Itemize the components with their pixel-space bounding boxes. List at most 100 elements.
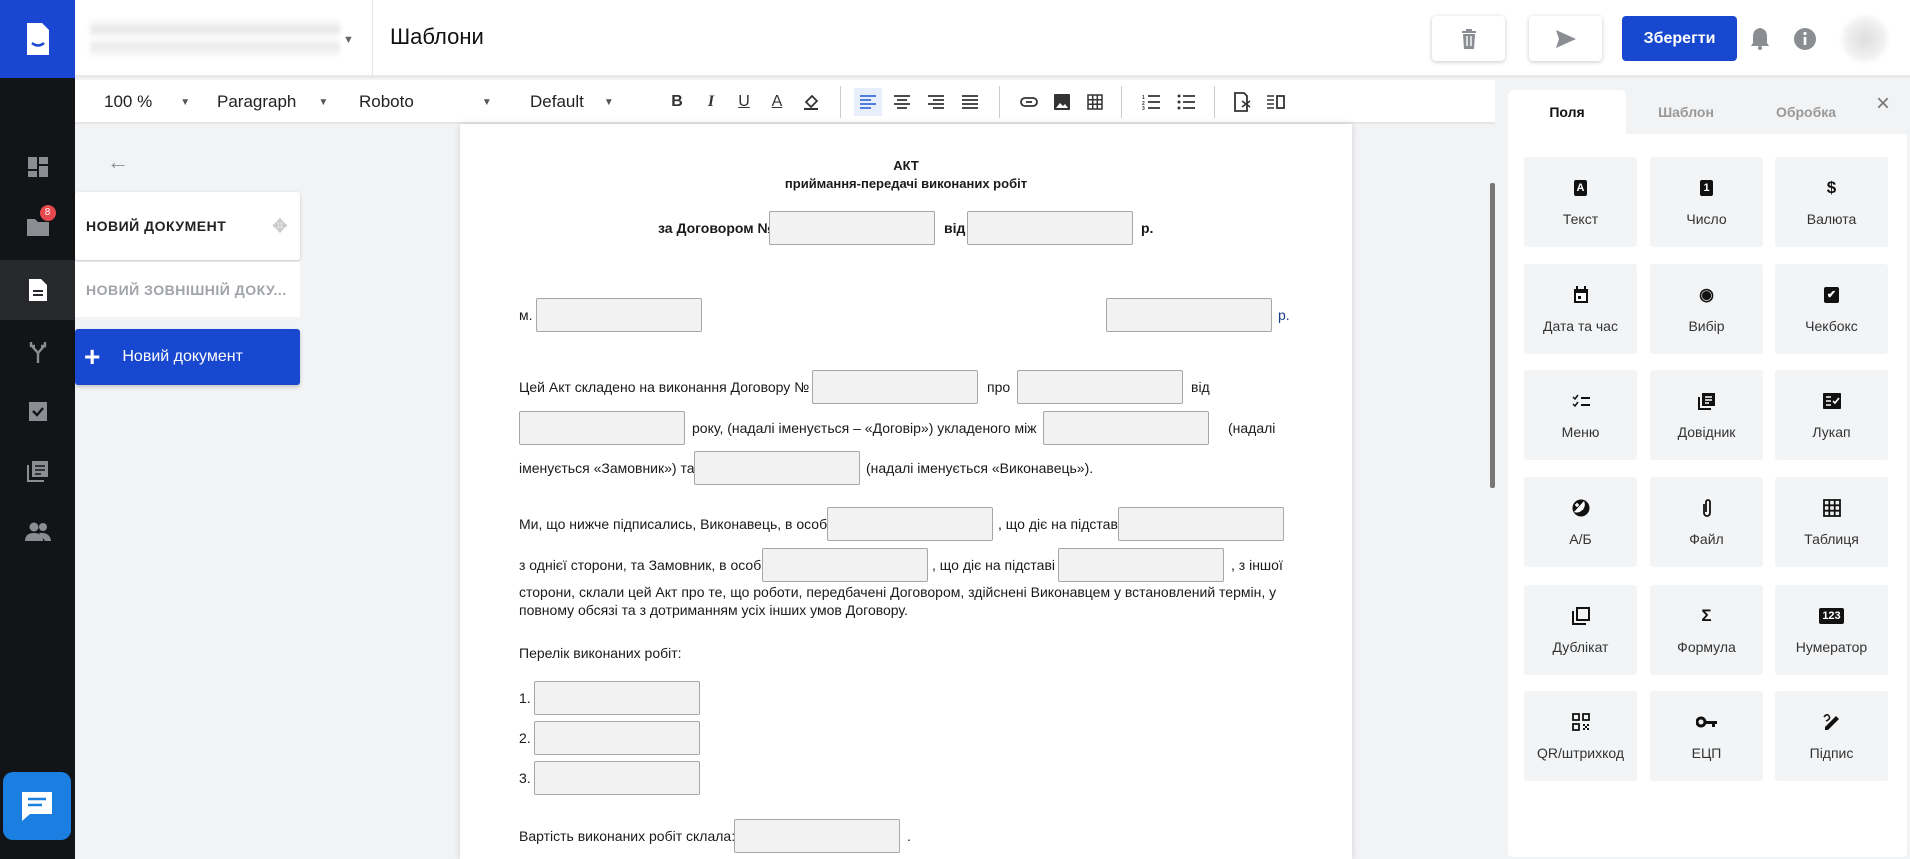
contract-date-field[interactable] [967,211,1133,245]
city-field[interactable] [536,298,702,332]
image-button[interactable] [1048,88,1076,116]
bold-button[interactable]: B [663,88,691,116]
field-tile-table[interactable]: Таблиця [1775,477,1888,567]
ordered-list-button[interactable]: 123 [1137,88,1165,116]
italic-button[interactable]: I [697,88,725,116]
new-document-button[interactable]: + Новий документ [75,329,300,385]
field-tile-label: Меню [1561,424,1600,440]
contractor-person-field[interactable] [827,507,993,541]
nav-tasks[interactable] [0,380,75,440]
act-date-field[interactable] [1106,298,1272,332]
field-tile-directory[interactable]: Довідник [1650,370,1763,460]
page-title: Шаблони [390,24,484,49]
field-tile-numerator[interactable]: 123 Нумератор [1775,585,1888,675]
field-tile-ab[interactable]: А/Б [1524,477,1637,567]
delete-button[interactable] [1432,16,1505,61]
page-break-icon [1234,92,1251,112]
field-tile-signature[interactable]: Підпис [1775,691,1888,781]
font-size-select[interactable]: Default ▼ [530,80,614,124]
field-tile-lookup[interactable]: Лукап [1775,370,1888,460]
bell-icon[interactable] [1750,26,1770,55]
paragraph-text: сторони, склали цей Акт про те, що робот… [519,584,1277,618]
highlight-color-button[interactable] [797,88,825,116]
field-tile-label: Довідник [1677,424,1736,440]
paragraph-line: Ми, що нижче підписались, Виконавець, в … [460,507,1352,541]
align-right-button[interactable] [922,88,950,116]
fill-bucket-icon [804,94,819,110]
city-date-line: м. р. [460,298,1352,332]
align-center-button[interactable] [888,88,916,116]
field-tile-number[interactable]: 1 Число [1650,157,1763,247]
link-button[interactable] [1015,88,1043,116]
chat-button[interactable] [3,772,71,840]
nav-routes[interactable] [0,322,75,382]
tab-fields[interactable]: Поля [1508,90,1626,134]
customer-basis-field[interactable] [1058,548,1224,582]
nav-directories[interactable] [0,441,75,501]
field-tile-text[interactable]: A Текст [1524,157,1637,247]
nav-documents[interactable] [0,260,75,320]
contract-number-field[interactable] [769,211,935,245]
field-tile-duplicate[interactable]: Дублікат [1524,585,1637,675]
block-format-select[interactable]: Paragraph ▼ [217,80,328,124]
underline-button[interactable]: U [730,88,758,116]
nav-folders[interactable]: 8 [0,198,75,258]
document-page[interactable]: АКТ приймання-передачі виконаних робіт з… [460,124,1352,859]
save-button[interactable]: Зберегти [1622,16,1737,61]
field-tile-currency[interactable]: $ Валюта [1775,157,1888,247]
field-tile-label: Дублікат [1552,639,1609,655]
field-tile-label: Чекбокс [1805,318,1858,334]
divider [999,86,1000,118]
field-tile-menu[interactable]: Меню [1524,370,1637,460]
back-arrow-icon[interactable]: ← [107,149,129,175]
avatar[interactable] [1842,16,1888,62]
field-tile-checkbox[interactable]: ✔ Чекбокс [1775,264,1888,354]
work-item-field[interactable] [534,721,700,755]
field-tile-radio[interactable]: ◉ Вибір [1650,264,1763,354]
zoom-value: 100 % [104,92,153,111]
chevron-down-icon: ▼ [603,96,614,108]
field-tile-qr[interactable]: QR/штрихкод [1524,691,1637,781]
document-item[interactable]: НОВИЙ ДОКУМЕНТ ✥ [75,192,300,260]
align-left-button[interactable] [854,88,882,116]
qr-icon [1571,711,1590,733]
text-color-button[interactable]: A [763,88,791,116]
cost-field[interactable] [734,819,900,853]
new-document-label: Новий документ [122,348,243,365]
send-button[interactable] [1529,16,1602,61]
nav-dashboard[interactable] [0,137,75,197]
field-layout-button[interactable] [1262,88,1290,116]
field-tile-digital-signature[interactable]: ЕЦП [1650,691,1763,781]
scrollbar[interactable] [1490,183,1495,488]
close-icon[interactable]: × [1876,90,1890,118]
organization-selector[interactable] [90,18,340,58]
chevron-down-icon[interactable]: ▼ [343,34,354,46]
contractor-field[interactable] [694,451,860,485]
divider [372,0,373,78]
field-tile-file[interactable]: Файл [1650,477,1763,567]
paragraph-line: Цей Акт складено на виконання Договору №… [460,370,1352,404]
work-item-field[interactable] [534,761,700,795]
align-justify-button[interactable] [956,88,984,116]
app-logo[interactable] [0,0,75,78]
zoom-select[interactable]: 100 % ▼ [104,80,190,124]
page-break-button[interactable] [1228,88,1256,116]
subject-field[interactable] [1017,370,1183,404]
document-item[interactable]: НОВИЙ ЗОВНІШНІЙ ДОКУ... [75,262,300,317]
work-item-field[interactable] [534,681,700,715]
bullet-list-button[interactable] [1172,88,1200,116]
table-button[interactable] [1081,88,1109,116]
customer-field[interactable] [1043,411,1209,445]
field-tile-datetime[interactable]: Дата та час [1524,264,1637,354]
nav-users[interactable] [0,502,75,562]
customer-person-field[interactable] [762,548,928,582]
drag-handle-icon[interactable]: ✥ [272,216,288,237]
font-family-select[interactable]: Roboto ▼ [359,80,492,124]
contract-number-field-2[interactable] [812,370,978,404]
tab-processing[interactable]: Обробка [1746,90,1866,134]
year-field[interactable] [519,411,685,445]
tab-template[interactable]: Шаблон [1626,90,1746,134]
contractor-basis-field[interactable] [1118,507,1284,541]
info-icon[interactable] [1793,27,1817,56]
field-tile-formula[interactable]: Σ Формула [1650,585,1763,675]
